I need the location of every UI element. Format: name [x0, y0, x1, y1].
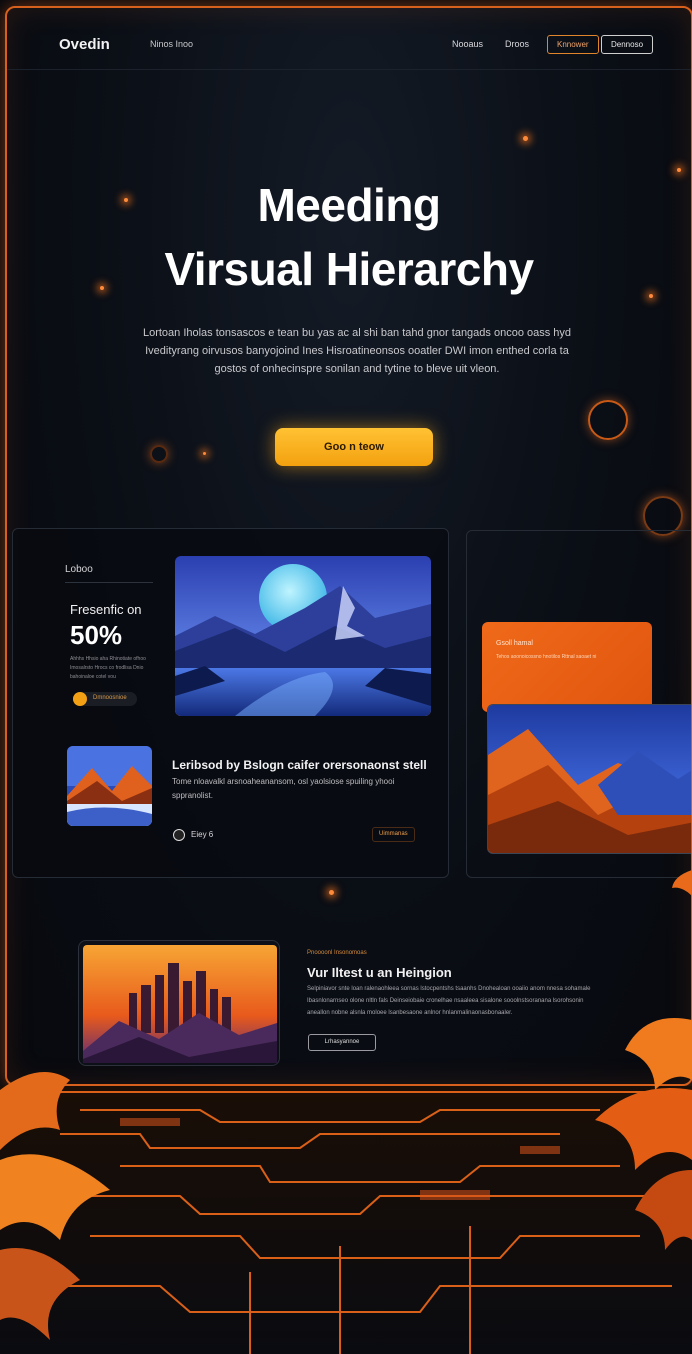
stat-chip-label: Dmnoosnioe	[93, 695, 127, 701]
feature-title: Vur Iltest u an Heingion	[307, 965, 452, 980]
spark-decoration	[203, 452, 206, 455]
autumn-leaf-left-decoration	[0, 1072, 110, 1340]
mountain-sunset-image	[487, 704, 691, 854]
orange-card-title: Gsoll hamal	[496, 640, 533, 647]
spark-decoration	[523, 136, 528, 141]
nav-button-white[interactable]: Dennoso	[601, 35, 654, 54]
panel-divider	[65, 582, 153, 583]
hero-title-line-1: Meeding	[257, 179, 441, 231]
feature-kicker: Pnoooonl Insonomoas	[307, 950, 367, 956]
small-leaf-decoration	[672, 870, 692, 896]
article-tag-button[interactable]: Uimmanas	[372, 827, 415, 842]
spark-decoration	[329, 890, 334, 895]
panel-label: Loboo	[65, 564, 93, 575]
orange-promo-card[interactable]	[482, 622, 652, 712]
autumn-leaf-right-decoration	[595, 1018, 692, 1250]
city-sunset-image	[78, 940, 280, 1066]
hero-cta-button[interactable]: Goo n teow	[275, 428, 433, 466]
orange-card-text: Tehos aoonoicossno hnotilos Rttnal saoae…	[496, 654, 597, 660]
feature-button[interactable]: Lrhasyannoe	[308, 1034, 376, 1051]
page-frame: Ovedin Ninos Inoo Nooaus Droos Knnower D…	[5, 6, 692, 1086]
article-title[interactable]: Leribsod by Bslogn caifer orersonaonst s…	[172, 758, 442, 772]
logo[interactable]: Ovedin	[59, 36, 110, 53]
author-avatar-icon	[173, 829, 185, 841]
ring-decoration	[588, 400, 628, 440]
mountain-lake-image	[175, 556, 431, 716]
article-thumbnail-image	[67, 746, 152, 826]
top-nav: Ovedin Ninos Inoo Nooaus Droos Knnower D…	[7, 8, 691, 70]
stat-label: Fresenfic on	[70, 602, 142, 617]
article-meta: Eiey 6	[191, 830, 214, 839]
nav-link-2[interactable]: Droos	[505, 39, 529, 49]
nav-button-orange[interactable]: Knnower	[547, 35, 599, 54]
hero-title-line-2: Virsual Hierarchy	[164, 243, 534, 295]
article-body: Tome nloavalkl arsnoaheanansom, osl yaol…	[172, 777, 395, 800]
ring-decoration	[150, 445, 168, 463]
stat-chip-dot-icon	[73, 692, 87, 706]
feature-body: Selpiniavor snte loan ralenaohleea sorna…	[307, 986, 591, 1016]
nav-link-1[interactable]: Nooaus	[452, 39, 483, 49]
stat-description: Ahhhs Hhsio aha Rhinotiate ofhoo Imosalr…	[70, 656, 146, 680]
stat-value: 50%	[70, 620, 123, 650]
hero-description: Lortoan Iholas tonsascos e tean bu yas a…	[142, 327, 572, 375]
spark-decoration	[677, 168, 681, 172]
nav-subtitle[interactable]: Ninos Inoo	[150, 39, 193, 49]
